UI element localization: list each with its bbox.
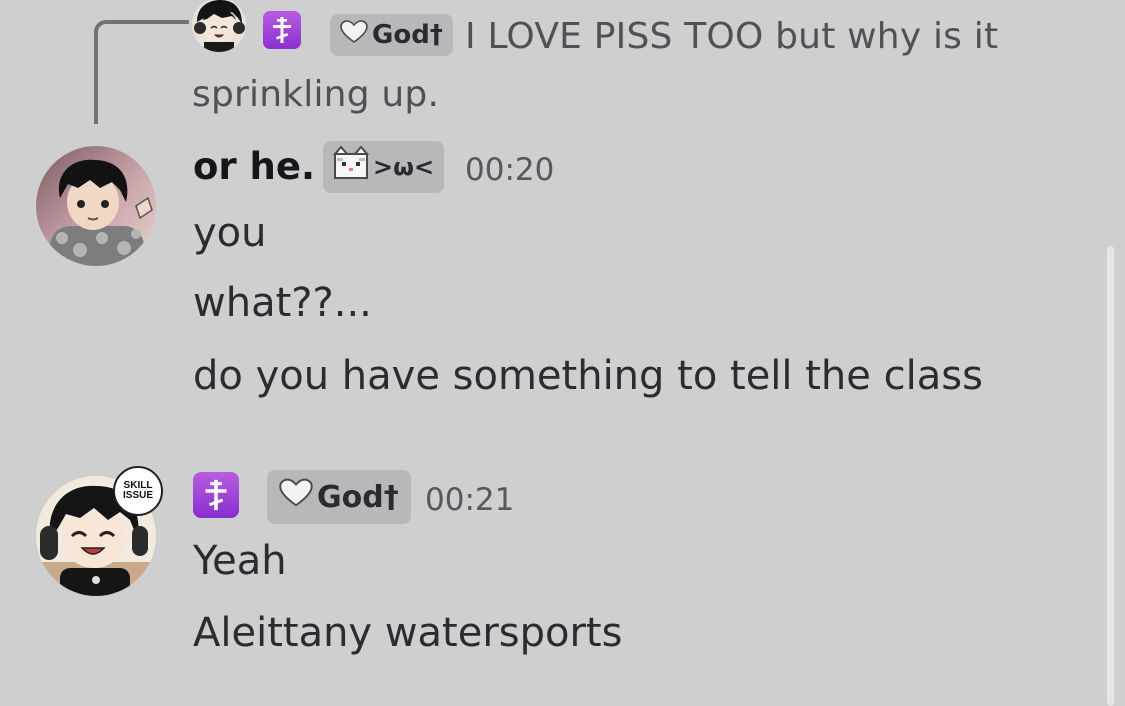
message-line[interactable]: do you have something to tell the class [193, 353, 983, 399]
skill-issue-badge: SKILL ISSUE [113, 466, 163, 516]
user-tag-badge[interactable]: >ω< [323, 141, 445, 193]
skill-issue-text: SKILL ISSUE [123, 480, 154, 501]
white-heart-icon [279, 478, 313, 516]
message-timestamp[interactable]: 00:21 [425, 482, 514, 518]
user-role-icon[interactable] [193, 472, 239, 518]
message-timestamp[interactable]: 00:20 [465, 152, 554, 188]
user-tag-badge[interactable]: God† [267, 470, 411, 524]
cat-face-icon [331, 145, 371, 188]
user-tag-text: God† [317, 479, 399, 515]
scrollbar[interactable] [1107, 246, 1114, 706]
reply-spine [94, 20, 189, 124]
reply-message-text[interactable]: I LOVE PISS TOO but why is it sprinkling… [192, 8, 1012, 124]
message-line[interactable]: Yeah [193, 538, 287, 584]
user-tag-text: >ω< [373, 153, 435, 181]
orthodox-cross-icon [205, 479, 227, 511]
user-avatar[interactable] [36, 146, 156, 266]
message-line[interactable]: you [193, 210, 267, 256]
message-line[interactable]: Aleittany watersports [193, 610, 622, 656]
username[interactable]: or he. [193, 145, 315, 188]
message-line[interactable]: what??... [193, 280, 372, 326]
